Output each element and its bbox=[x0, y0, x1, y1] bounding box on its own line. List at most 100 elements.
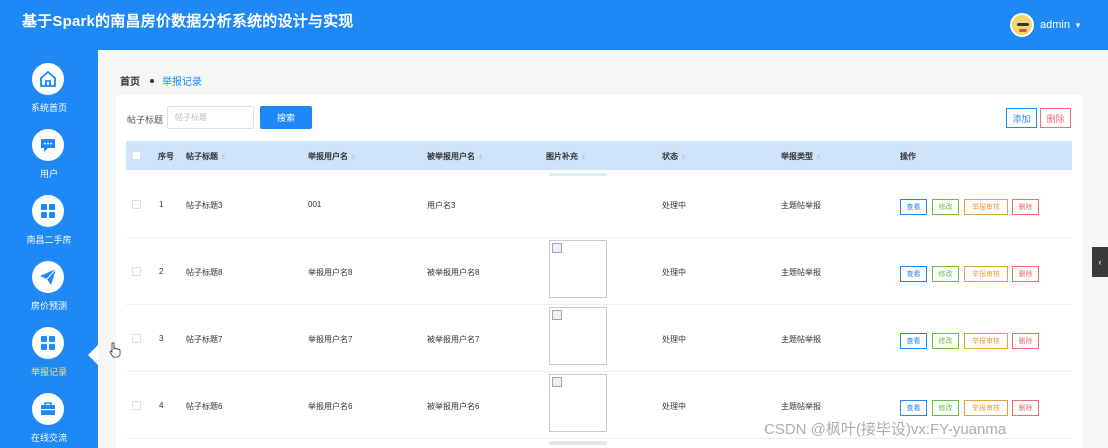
edit-button[interactable]: 修改 bbox=[932, 333, 959, 349]
row-index: 2 bbox=[159, 267, 164, 276]
user-menu[interactable]: admin ▼ bbox=[1010, 12, 1082, 38]
briefcase-icon bbox=[32, 393, 64, 425]
sidebar-item-reports[interactable]: 举报记录 bbox=[0, 314, 98, 380]
view-button[interactable]: 查看 bbox=[900, 333, 927, 349]
sort-icon: ⇕ bbox=[681, 155, 687, 161]
user-name[interactable]: admin bbox=[1040, 19, 1070, 31]
row-checkbox[interactable] bbox=[132, 200, 141, 209]
breadcrumb-current: 举报记录 bbox=[162, 77, 202, 88]
sort-icon: ⇕ bbox=[816, 155, 822, 161]
audit-button[interactable]: 举报审核 bbox=[964, 400, 1008, 416]
view-button[interactable]: 查看 bbox=[900, 199, 927, 215]
row-checkbox[interactable] bbox=[132, 401, 141, 410]
send-icon bbox=[32, 261, 64, 293]
row-checkbox[interactable] bbox=[132, 267, 141, 276]
report-type: 主题帖举报 bbox=[781, 335, 821, 344]
edit-button[interactable]: 修改 bbox=[932, 199, 959, 215]
row-checkbox[interactable] bbox=[132, 334, 141, 343]
grid-icon bbox=[32, 195, 64, 227]
row-delete-button[interactable]: 删除 bbox=[1012, 199, 1039, 215]
top-bar: 基于Spark的南昌房价数据分析系统的设计与实现 admin ▼ bbox=[0, 0, 1108, 50]
sort-icon: ⇕ bbox=[221, 155, 227, 161]
column-header[interactable]: 被举报用户名 ⇕ bbox=[427, 151, 483, 162]
image-placeholder[interactable] bbox=[549, 307, 607, 365]
row-delete-button[interactable]: 删除 bbox=[1012, 333, 1039, 349]
report-type: 主题帖举报 bbox=[781, 268, 821, 277]
sidebar-item-chat[interactable]: 在线交流 bbox=[0, 380, 98, 446]
audit-button[interactable]: 举报审核 bbox=[964, 266, 1008, 282]
sidebar-item-home[interactable]: 系统首页 bbox=[0, 50, 98, 116]
column-header: 序号 bbox=[158, 152, 174, 161]
view-button[interactable]: 查看 bbox=[900, 266, 927, 282]
table-row bbox=[126, 439, 1072, 448]
search-button[interactable]: 搜索 bbox=[260, 106, 312, 129]
post-title: 帖子标题8 bbox=[186, 268, 223, 277]
column-header[interactable]: 状态 ⇕ bbox=[662, 151, 686, 162]
breadcrumb-separator bbox=[150, 78, 154, 83]
sidebar-item-price-prediction[interactable]: 房价预测 bbox=[0, 248, 98, 314]
sidebar-item-label: 用户 bbox=[39, 169, 58, 179]
add-button[interactable]: 添加 bbox=[1006, 108, 1037, 128]
table-row: 3 帖子标题7 举报用户名7 被举报用户名7 处理中 主题帖举报 查看 修改 举… bbox=[126, 305, 1072, 372]
reported-name: 用户名3 bbox=[427, 201, 456, 210]
sidebar-item-label: 在线交流 bbox=[30, 433, 67, 443]
image-placeholder bbox=[549, 173, 607, 176]
table-row: 2 帖子标题8 举报用户名8 被举报用户名8 处理中 主题帖举报 查看 修改 举… bbox=[126, 238, 1072, 305]
status: 处理中 bbox=[662, 402, 686, 411]
sidebar-item-users[interactable]: 用户 bbox=[0, 116, 98, 182]
view-button[interactable]: 查看 bbox=[900, 400, 927, 416]
audit-button[interactable]: 举报审核 bbox=[964, 199, 1008, 215]
audit-button[interactable]: 举报审核 bbox=[964, 333, 1008, 349]
row-delete-button[interactable]: 删除 bbox=[1012, 266, 1039, 282]
table-header: 序号 帖子标题 ⇕ 举报用户名 ⇕ 被举报用户名 ⇕ 图片补充 ⇕ 状态 ⇕ 举报类型 ⇕ … bbox=[126, 141, 1072, 170]
column-header[interactable]: 举报用户名 ⇕ bbox=[308, 151, 356, 162]
reporter-name: 001 bbox=[308, 200, 322, 209]
column-header[interactable]: 帖子标题 ⇕ bbox=[186, 151, 226, 162]
report-type: 主题帖举报 bbox=[781, 201, 821, 210]
chat-icon bbox=[32, 129, 64, 161]
sidebar: 系统首页 用户 南昌二手房 房价预测 举报记录 在线交流 bbox=[0, 50, 98, 448]
reported-name: 被举报用户名8 bbox=[427, 268, 480, 277]
row-index: 4 bbox=[159, 401, 164, 410]
status: 处理中 bbox=[662, 268, 686, 277]
reporter-name: 举报用户名6 bbox=[308, 402, 353, 411]
search-label: 帖子标题 bbox=[127, 115, 164, 125]
sidebar-item-label: 举报记录 bbox=[30, 367, 67, 377]
status: 处理中 bbox=[662, 335, 686, 344]
row-index: 3 bbox=[159, 334, 164, 343]
sidebar-item-label: 南昌二手房 bbox=[26, 235, 72, 245]
reported-name: 被举报用户名6 bbox=[427, 402, 480, 411]
image-placeholder bbox=[549, 441, 607, 445]
app-title: 基于Spark的南昌房价数据分析系统的设计与实现 bbox=[22, 13, 354, 30]
breadcrumb: 首页 举报记录 bbox=[120, 73, 202, 88]
column-header[interactable]: 举报类型 ⇕ bbox=[781, 151, 821, 162]
sidebar-item-label: 系统首页 bbox=[30, 103, 67, 113]
status: 处理中 bbox=[662, 201, 686, 210]
post-title: 帖子标题3 bbox=[186, 201, 223, 210]
edit-button[interactable]: 修改 bbox=[932, 400, 959, 416]
breadcrumb-home[interactable]: 首页 bbox=[120, 73, 140, 88]
search-input[interactable] bbox=[167, 106, 254, 129]
select-all-checkbox[interactable] bbox=[132, 151, 141, 160]
row-delete-button[interactable]: 删除 bbox=[1012, 400, 1039, 416]
avatar[interactable] bbox=[1010, 13, 1034, 37]
row-index: 1 bbox=[159, 200, 164, 209]
table-row: 1 帖子标题3 001 用户名3 处理中 主题帖举报 查看 修改 举报审核 删除 bbox=[126, 171, 1072, 238]
delete-button[interactable]: 删除 bbox=[1040, 108, 1071, 128]
content-card: 帖子标题 搜索 添加 删除 序号 帖子标题⇕ 举报用户名⇕ 被举报用户名⇕ 图片… bbox=[116, 95, 1083, 448]
image-placeholder[interactable] bbox=[549, 374, 607, 432]
sort-icon: ⇕ bbox=[581, 155, 587, 161]
edit-button[interactable]: 修改 bbox=[932, 266, 959, 282]
watermark: CSDN @枫叶(接毕设)vx:FY-yuanma bbox=[764, 421, 1007, 438]
side-panel-toggle-icon[interactable]: ‹ bbox=[1092, 247, 1108, 277]
column-header: 操作 bbox=[900, 152, 916, 161]
main-content: 首页 举报记录 帖子标题 搜索 添加 删除 序号 帖子标题⇕ 举报用户名⇕ 被举… bbox=[98, 50, 1108, 448]
sidebar-item-houses[interactable]: 南昌二手房 bbox=[0, 182, 98, 248]
reporter-name: 举报用户名8 bbox=[308, 268, 353, 277]
image-placeholder[interactable] bbox=[549, 240, 607, 298]
caret-down-icon[interactable]: ▼ bbox=[1074, 21, 1082, 30]
report-type: 主题帖举报 bbox=[781, 402, 821, 411]
column-header[interactable]: 图片补充 ⇕ bbox=[546, 151, 586, 162]
home-icon bbox=[32, 63, 64, 95]
sidebar-item-label: 房价预测 bbox=[30, 301, 67, 311]
